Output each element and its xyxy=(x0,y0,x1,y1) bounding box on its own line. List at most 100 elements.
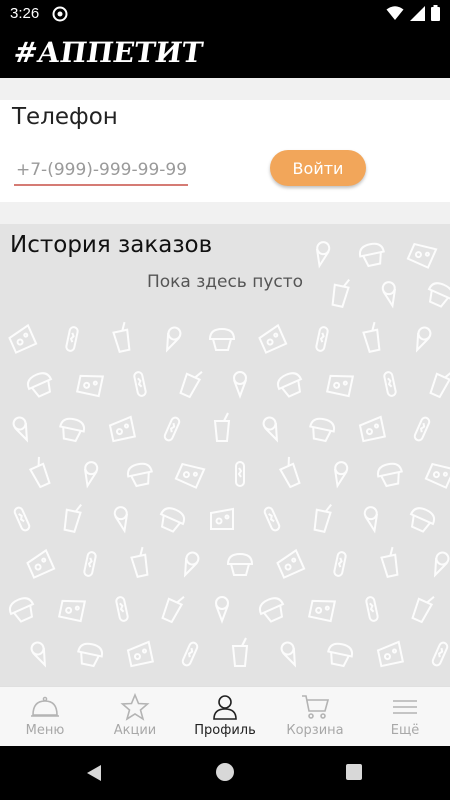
hotdog-icon xyxy=(12,505,32,533)
ice-cream-icon xyxy=(260,414,284,444)
order-history-section: История заказов Пока здесь пусто xyxy=(0,224,450,686)
phone-input[interactable] xyxy=(14,156,188,186)
cheese-icon xyxy=(108,415,136,443)
nav-item-more[interactable]: Ещё xyxy=(360,687,450,746)
cheese-icon xyxy=(274,549,306,579)
ice-cream-icon xyxy=(112,505,132,533)
hotdog-icon xyxy=(235,461,245,487)
muffin-icon xyxy=(23,368,57,400)
status-time: 3:26 xyxy=(10,5,40,22)
drink-icon xyxy=(378,545,401,579)
cheese-icon xyxy=(376,640,404,668)
nav-label: Профиль xyxy=(194,723,256,738)
cheese-icon xyxy=(256,324,288,354)
ice-cream-icon xyxy=(10,414,34,444)
ice-cream-icon xyxy=(278,639,302,669)
section-divider xyxy=(0,202,450,224)
bottom-navigation: Меню Акции Профиль Корзина Ещё xyxy=(0,686,450,746)
hotdog-icon xyxy=(162,415,182,443)
cheese-icon xyxy=(210,508,234,530)
muffin-icon xyxy=(255,593,289,625)
cheese-icon xyxy=(326,370,354,398)
drink-icon xyxy=(276,455,303,489)
hotdog-icon xyxy=(82,550,98,578)
muffin-icon xyxy=(306,415,337,444)
drink-icon xyxy=(26,455,53,489)
muffin-icon xyxy=(405,503,439,535)
cheese-icon xyxy=(174,459,206,489)
hotdog-icon xyxy=(412,415,432,443)
cheese-icon xyxy=(308,595,336,623)
system-navigation-bar xyxy=(0,746,450,800)
cart-icon xyxy=(302,695,330,719)
muffin-icon xyxy=(5,593,39,625)
drink-icon xyxy=(232,637,248,667)
back-icon[interactable] xyxy=(86,764,102,782)
phone-section-title: Телефон xyxy=(12,104,118,130)
recents-icon[interactable] xyxy=(346,764,362,780)
pattern-icons xyxy=(5,239,450,669)
muffin-icon xyxy=(375,460,406,489)
home-icon[interactable] xyxy=(216,763,234,781)
hotdog-icon xyxy=(180,640,200,668)
cheese-icon xyxy=(126,640,154,668)
phone-login-card: Телефон Войти xyxy=(0,100,450,202)
hotdog-icon xyxy=(332,550,348,578)
muffin-icon xyxy=(209,328,235,351)
muffin-icon xyxy=(125,460,156,489)
cheese-icon xyxy=(6,324,38,354)
muffin-icon xyxy=(74,640,105,669)
muffin-icon xyxy=(155,503,189,535)
ice-cream-icon xyxy=(160,324,184,354)
muffin-icon xyxy=(273,368,307,400)
ice-cream-icon xyxy=(330,460,350,488)
app-notification-icon xyxy=(52,6,68,22)
drink-icon xyxy=(409,590,436,624)
nav-item-profile[interactable]: Профиль xyxy=(180,687,270,746)
hotdog-icon xyxy=(364,595,380,623)
nav-label: Корзина xyxy=(286,723,344,738)
order-history-title: История заказов xyxy=(10,232,213,258)
ice-cream-icon xyxy=(362,505,382,533)
drink-icon xyxy=(128,545,151,579)
empty-history-text: Пока здесь пусто xyxy=(146,272,304,292)
muffin-icon xyxy=(227,553,253,576)
hotdog-icon xyxy=(314,325,330,353)
nav-item-menu[interactable]: Меню xyxy=(0,687,90,746)
drink-icon xyxy=(61,500,84,534)
section-divider xyxy=(0,78,450,100)
drink-icon xyxy=(159,590,186,624)
hamburger-menu-icon xyxy=(393,700,417,714)
nav-item-promotions[interactable]: Акции xyxy=(90,687,180,746)
food-pattern-background xyxy=(5,239,450,669)
battery-icon xyxy=(431,5,440,21)
hotdog-icon xyxy=(430,640,450,668)
app-header: #АППЕТИТ xyxy=(0,28,450,78)
cellular-signal-icon xyxy=(410,5,425,21)
login-button[interactable]: Войти xyxy=(270,150,366,186)
ice-cream-icon xyxy=(233,371,247,397)
drink-icon xyxy=(177,365,204,399)
drink-icon xyxy=(360,320,383,354)
status-bar: 3:26 xyxy=(0,0,450,28)
cheese-icon xyxy=(76,370,104,398)
wifi-icon xyxy=(386,6,404,20)
cheese-icon xyxy=(358,415,386,443)
nav-label: Акции xyxy=(113,723,157,738)
ice-cream-icon xyxy=(178,549,202,579)
ice-cream-icon xyxy=(428,549,450,579)
drink-icon xyxy=(311,500,334,534)
ice-cream-icon xyxy=(80,460,100,488)
hotdog-icon xyxy=(64,325,80,353)
status-icons xyxy=(386,5,440,21)
cheese-icon xyxy=(24,549,56,579)
nav-label: Ещё xyxy=(390,723,420,738)
muffin-icon xyxy=(56,415,87,444)
ice-cream-icon xyxy=(312,240,332,268)
nav-item-cart[interactable]: Корзина xyxy=(270,687,360,746)
cheese-icon xyxy=(424,459,450,489)
drink-icon xyxy=(110,320,133,354)
star-icon xyxy=(120,693,150,721)
ice-cream-icon xyxy=(215,596,229,622)
cloche-icon xyxy=(31,696,59,717)
